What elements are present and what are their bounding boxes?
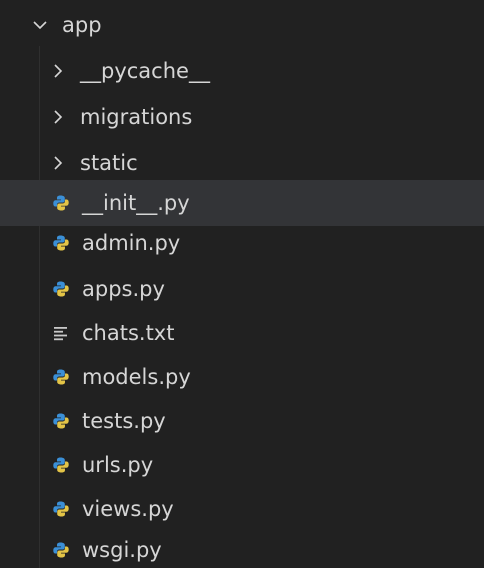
- file-label: chats.txt: [82, 320, 175, 345]
- file-label: tests.py: [82, 408, 166, 433]
- folder-label: static: [80, 150, 138, 175]
- file-label: views.py: [82, 496, 174, 521]
- file-label: models.py: [82, 364, 191, 389]
- file-chats-txt[interactable]: chats.txt: [0, 310, 484, 356]
- python-file-icon: [52, 541, 70, 559]
- python-file-icon: [52, 500, 70, 518]
- file-label: __init__.py: [82, 190, 190, 215]
- python-file-icon: [52, 368, 70, 386]
- python-file-icon: [52, 456, 70, 474]
- file-models-py[interactable]: models.py: [0, 354, 484, 400]
- file-admin-py[interactable]: admin.py: [0, 220, 484, 266]
- file-label: apps.py: [82, 276, 165, 301]
- chevron-right-icon: [48, 107, 68, 127]
- text-file-icon: [52, 324, 70, 342]
- python-file-icon: [52, 194, 70, 212]
- python-file-icon: [52, 234, 70, 252]
- folder-pycache[interactable]: __pycache__: [0, 48, 484, 94]
- python-file-icon: [52, 280, 70, 298]
- folder-migrations[interactable]: migrations: [0, 94, 484, 140]
- chevron-right-icon: [48, 153, 68, 173]
- folder-app[interactable]: app: [0, 2, 484, 48]
- file-urls-py[interactable]: urls.py: [0, 442, 484, 488]
- file-wsgi-py[interactable]: wsgi.py: [0, 527, 484, 568]
- chevron-down-icon: [30, 15, 50, 35]
- file-label: urls.py: [82, 452, 154, 477]
- file-label: admin.py: [82, 230, 181, 255]
- python-file-icon: [52, 412, 70, 430]
- file-explorer-tree: app __pycache__ migrations static __init…: [0, 0, 484, 568]
- folder-label: __pycache__: [80, 58, 210, 83]
- folder-label: app: [62, 12, 102, 37]
- file-apps-py[interactable]: apps.py: [0, 266, 484, 312]
- file-tests-py[interactable]: tests.py: [0, 398, 484, 444]
- file-label: wsgi.py: [82, 537, 162, 562]
- chevron-right-icon: [48, 61, 68, 81]
- file-views-py[interactable]: views.py: [0, 486, 484, 532]
- folder-label: migrations: [80, 104, 193, 129]
